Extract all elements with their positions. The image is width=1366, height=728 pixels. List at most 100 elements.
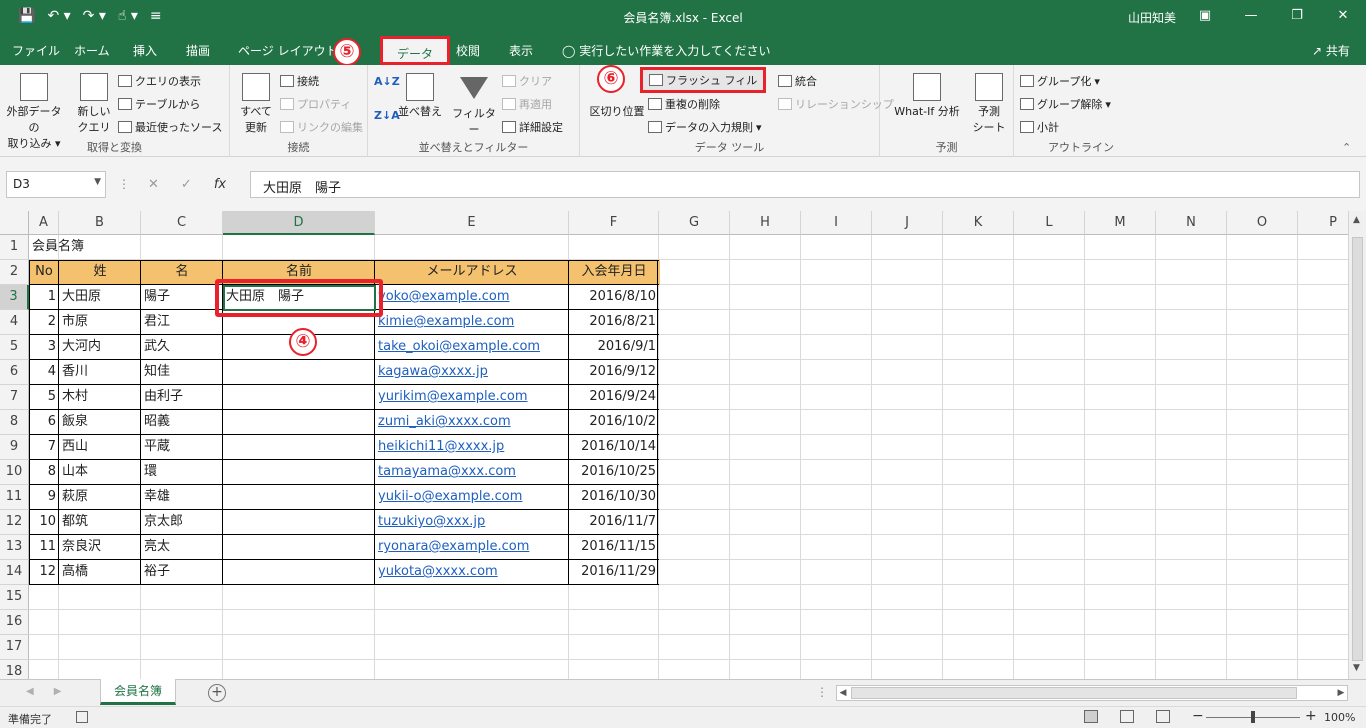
- header-cell[interactable]: メールアドレス: [375, 260, 569, 285]
- row-header-11[interactable]: 11: [0, 485, 29, 510]
- collapse-ribbon-icon[interactable]: ⌃: [1342, 141, 1351, 154]
- row-header-12[interactable]: 12: [0, 510, 29, 535]
- scroll-right-icon[interactable]: ▶: [1335, 686, 1347, 700]
- zoom-out-icon[interactable]: −: [1192, 708, 1204, 724]
- tab-home[interactable]: ホーム: [74, 42, 110, 59]
- last-name-cell[interactable]: 木村: [59, 385, 141, 410]
- normal-view-icon[interactable]: [1084, 710, 1098, 723]
- email-cell[interactable]: heikichi11@xxxx.jp: [375, 435, 569, 460]
- first-name-cell[interactable]: 由利子: [141, 385, 223, 410]
- flash-fill-button[interactable]: フラッシュ フィル: [640, 67, 767, 93]
- join-date-cell[interactable]: 2016/11/29: [569, 560, 659, 585]
- column-header-h[interactable]: H: [730, 211, 801, 235]
- last-name-cell[interactable]: 飯泉: [59, 410, 141, 435]
- restore-icon[interactable]: ❐: [1274, 0, 1320, 34]
- sort-button[interactable]: 並べ替え: [398, 73, 442, 119]
- advanced-filter-button[interactable]: 詳細設定: [502, 119, 563, 135]
- refresh-all-button[interactable]: すべて 更新: [234, 73, 278, 135]
- next-sheet-icon[interactable]: ▶: [54, 686, 62, 697]
- worksheet-grid[interactable]: ABCDEFGHIJKLMNOP 1 2 3 4 5 6 7 8 9 10 11 12 13 14 15 16…: [0, 211, 1366, 679]
- column-header-d[interactable]: D: [223, 211, 375, 235]
- remove-duplicates-button[interactable]: 重複の削除: [648, 96, 720, 112]
- relationships-button[interactable]: リレーションシップ: [778, 96, 894, 112]
- clear-button[interactable]: クリア: [502, 73, 552, 89]
- recent-sources-button[interactable]: 最近使ったソース: [118, 119, 222, 135]
- page-layout-view-icon[interactable]: [1120, 710, 1134, 723]
- connections-button[interactable]: 接続: [280, 73, 319, 89]
- first-name-cell[interactable]: 幸雄: [141, 485, 223, 510]
- email-cell[interactable]: ryonara@example.com: [375, 535, 569, 560]
- tell-me-box[interactable]: ◯ 実行したい作業を入力してください: [562, 42, 771, 59]
- formula-input[interactable]: 大田原 陽子: [250, 171, 1360, 198]
- no-cell[interactable]: 7: [29, 435, 59, 460]
- tab-data[interactable]: データ: [380, 36, 451, 65]
- data-validation-button[interactable]: データの入力規則 ▾: [648, 119, 762, 135]
- row-header-18[interactable]: 18: [0, 660, 29, 679]
- header-cell[interactable]: No: [29, 260, 59, 285]
- join-date-cell[interactable]: 2016/9/1: [569, 335, 659, 360]
- sort-descending-icon[interactable]: Z↓A: [374, 109, 400, 122]
- enter-icon[interactable]: ✓: [181, 177, 192, 192]
- page-break-view-icon[interactable]: [1156, 710, 1170, 723]
- tab-split-handle-icon[interactable]: ⋮: [816, 685, 828, 699]
- zoom-in-icon[interactable]: +: [1305, 708, 1317, 724]
- macro-record-icon[interactable]: [76, 711, 88, 723]
- row-header-8[interactable]: 8: [0, 410, 29, 435]
- email-cell[interactable]: yukii-o@example.com: [375, 485, 569, 510]
- email-cell[interactable]: yukota@xxxx.com: [375, 560, 569, 585]
- user-name[interactable]: 山田知美: [1128, 9, 1176, 26]
- last-name-cell[interactable]: 大河内: [59, 335, 141, 360]
- header-cell[interactable]: 姓: [59, 260, 141, 285]
- join-date-cell[interactable]: 2016/10/25: [569, 460, 659, 485]
- join-date-cell[interactable]: 2016/8/10: [569, 285, 659, 310]
- group-button[interactable]: グループ化 ▾: [1020, 73, 1100, 89]
- close-icon[interactable]: ✕: [1320, 0, 1366, 34]
- subtotal-button[interactable]: 小計: [1020, 119, 1059, 135]
- row-header-16[interactable]: 16: [0, 610, 29, 635]
- scroll-left-icon[interactable]: ◀: [837, 686, 849, 700]
- tab-insert[interactable]: 挿入: [133, 42, 157, 59]
- chevron-down-icon[interactable]: ▼: [94, 177, 101, 187]
- scroll-down-icon[interactable]: ▼: [1353, 663, 1360, 673]
- row-header-1[interactable]: 1: [0, 235, 29, 260]
- last-name-cell[interactable]: 都筑: [59, 510, 141, 535]
- join-date-cell[interactable]: 2016/10/2: [569, 410, 659, 435]
- tab-review[interactable]: 校閲: [456, 42, 480, 59]
- horizontal-scrollbar[interactable]: ◀ ▶: [836, 685, 1348, 701]
- row-header-13[interactable]: 13: [0, 535, 29, 560]
- no-cell[interactable]: 8: [29, 460, 59, 485]
- row-header-9[interactable]: 9: [0, 435, 29, 460]
- tab-draw[interactable]: 描画: [186, 42, 210, 59]
- row-header-5[interactable]: 5: [0, 335, 29, 360]
- first-name-cell[interactable]: 環: [141, 460, 223, 485]
- last-name-cell[interactable]: 香川: [59, 360, 141, 385]
- email-cell[interactable]: zumi_aki@xxxx.com: [375, 410, 569, 435]
- column-header-c[interactable]: C: [141, 211, 223, 235]
- zoom-slider-handle[interactable]: [1251, 711, 1255, 723]
- email-cell[interactable]: tamayama@xxx.com: [375, 460, 569, 485]
- show-queries-button[interactable]: クエリの表示: [118, 73, 201, 89]
- no-cell[interactable]: 10: [29, 510, 59, 535]
- row-header-6[interactable]: 6: [0, 360, 29, 385]
- row-header-2[interactable]: 2: [0, 260, 29, 285]
- join-date-cell[interactable]: 2016/11/7: [569, 510, 659, 535]
- no-cell[interactable]: 6: [29, 410, 59, 435]
- column-header-k[interactable]: K: [943, 211, 1014, 235]
- email-cell[interactable]: kimie@example.com: [375, 310, 569, 335]
- no-cell[interactable]: 9: [29, 485, 59, 510]
- insert-function-icon[interactable]: fx: [214, 177, 226, 192]
- last-name-cell[interactable]: 萩原: [59, 485, 141, 510]
- last-name-cell[interactable]: 奈良沢: [59, 535, 141, 560]
- row-header-15[interactable]: 15: [0, 585, 29, 610]
- tab-page-layout[interactable]: ページ レイアウト: [238, 42, 338, 59]
- sheet-title-cell[interactable]: 会員名簿: [29, 235, 84, 260]
- sort-ascending-icon[interactable]: A↓Z: [374, 75, 400, 88]
- join-date-cell[interactable]: 2016/10/14: [569, 435, 659, 460]
- consolidate-button[interactable]: 統合: [778, 73, 817, 89]
- last-name-cell[interactable]: 西山: [59, 435, 141, 460]
- first-name-cell[interactable]: 武久: [141, 335, 223, 360]
- first-name-cell[interactable]: 裕子: [141, 560, 223, 585]
- row-header-4[interactable]: 4: [0, 310, 29, 335]
- horizontal-scroll-thumb[interactable]: [851, 687, 1297, 699]
- email-cell[interactable]: yurikim@example.com: [375, 385, 569, 410]
